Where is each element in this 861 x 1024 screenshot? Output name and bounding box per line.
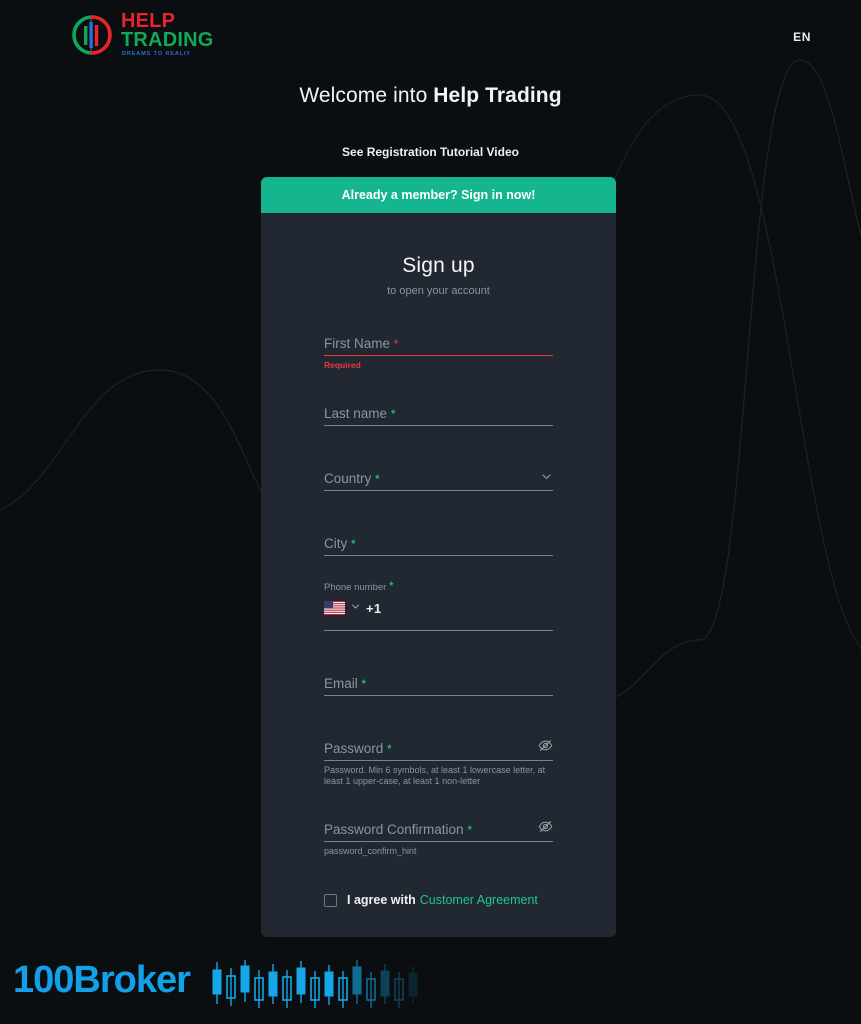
field-phone-number[interactable]: Phone number * +1 — [324, 579, 553, 631]
page-header: HELP TRADING DREAMS TO REALIY EN — [0, 0, 861, 78]
signup-form: First Name * Required Last name * Countr… — [324, 324, 553, 937]
customer-agreement-link[interactable]: Customer Agreement — [420, 893, 538, 907]
eye-off-icon[interactable] — [538, 738, 553, 753]
first-name-input[interactable]: First Name * — [324, 324, 553, 351]
language-selector[interactable]: EN — [793, 30, 811, 44]
phone-required-marker: * — [388, 579, 394, 593]
signin-banner-link[interactable]: Already a member? Sign in now! — [261, 177, 616, 213]
email-underline — [324, 695, 553, 696]
logo-tagline: DREAMS TO REALIY — [122, 51, 191, 57]
password-label: Password * — [324, 741, 392, 756]
card-body: Sign up to open your account First Name … — [261, 254, 616, 937]
first-name-underline — [324, 355, 553, 356]
last-name-underline — [324, 425, 553, 426]
field-first-name[interactable]: First Name * Required — [324, 324, 553, 371]
broker-logo: 100Broker — [13, 959, 191, 1001]
agreement-label: I agree with — [347, 893, 416, 907]
first-name-label: First Name * — [324, 336, 399, 351]
help-trading-logo-icon — [72, 15, 112, 55]
password-confirmation-required-marker: * — [467, 823, 472, 837]
country-required-marker: * — [375, 472, 380, 486]
tutorial-video-link[interactable]: See Registration Tutorial Video — [0, 145, 861, 159]
page-subtitle: to open your account — [387, 285, 490, 297]
country-label: Country * — [324, 471, 380, 486]
logo-trading-text: TRADING — [121, 29, 214, 51]
signup-card: Already a member? Sign in now! Sign up t… — [261, 177, 616, 937]
country-underline — [324, 490, 553, 491]
last-name-input[interactable]: Last name * — [324, 394, 553, 421]
site-logo[interactable]: HELP TRADING DREAMS TO REALIY — [70, 11, 214, 59]
email-required-marker: * — [361, 677, 367, 691]
signup-page: HELP TRADING DREAMS TO REALIY EN Welcome… — [0, 0, 861, 1024]
city-required-marker: * — [351, 537, 356, 551]
email-input[interactable]: Email * — [324, 664, 553, 691]
agreement-row[interactable]: I agree with Customer Agreement — [324, 893, 553, 907]
last-name-required-marker: * — [390, 407, 396, 421]
country-select[interactable]: Country * — [324, 459, 553, 486]
field-city[interactable]: City * — [324, 524, 553, 556]
page-title: Sign up — [402, 254, 475, 277]
phone-label: Phone number * — [324, 579, 394, 593]
first-name-required-marker: * — [393, 337, 399, 351]
candlestick-decoration — [212, 960, 418, 1008]
welcome-brand: Help Trading — [433, 84, 562, 107]
eye-off-icon[interactable] — [538, 819, 553, 834]
city-label: City * — [324, 536, 356, 551]
password-hint: Password. Min 6 symbols, at least 1 lowe… — [324, 765, 546, 786]
password-underline — [324, 760, 553, 761]
city-underline — [324, 555, 553, 556]
field-country[interactable]: Country * — [324, 459, 553, 491]
field-email[interactable]: Email * — [324, 664, 553, 696]
chevron-down-icon[interactable] — [540, 470, 553, 483]
password-confirmation-label: Password Confirmation * — [324, 822, 472, 837]
city-input[interactable]: City * — [324, 524, 553, 551]
field-password[interactable]: Password * Password. Min 6 symbols, at l… — [324, 729, 553, 787]
field-last-name[interactable]: Last name * — [324, 394, 553, 426]
password-required-marker: * — [387, 742, 392, 756]
first-name-error: Required — [324, 360, 361, 370]
phone-dial-code: +1 — [366, 600, 382, 616]
welcome-heading: Welcome into Help Trading — [0, 84, 861, 108]
password-input[interactable]: Password * — [324, 729, 553, 756]
agreement-checkbox[interactable] — [324, 893, 337, 907]
password-confirmation-hint: password_confirm_hint — [324, 846, 417, 856]
welcome-prefix: Welcome into — [299, 84, 434, 107]
logo-wordmark: HELP TRADING DREAMS TO REALIY — [121, 11, 214, 59]
phone-input-row[interactable]: +1 — [324, 598, 553, 618]
phone-underline — [324, 630, 553, 631]
password-confirmation-underline — [324, 841, 553, 842]
field-password-confirmation[interactable]: Password Confirmation * password_confirm… — [324, 810, 553, 857]
phone-country-chevron-icon[interactable] — [350, 599, 361, 617]
us-flag-icon[interactable] — [324, 601, 345, 615]
page-footer: 100Broker — [0, 940, 861, 1024]
email-label: Email * — [324, 676, 367, 691]
last-name-label: Last name * — [324, 406, 396, 421]
password-confirmation-input[interactable]: Password Confirmation * — [324, 810, 553, 837]
